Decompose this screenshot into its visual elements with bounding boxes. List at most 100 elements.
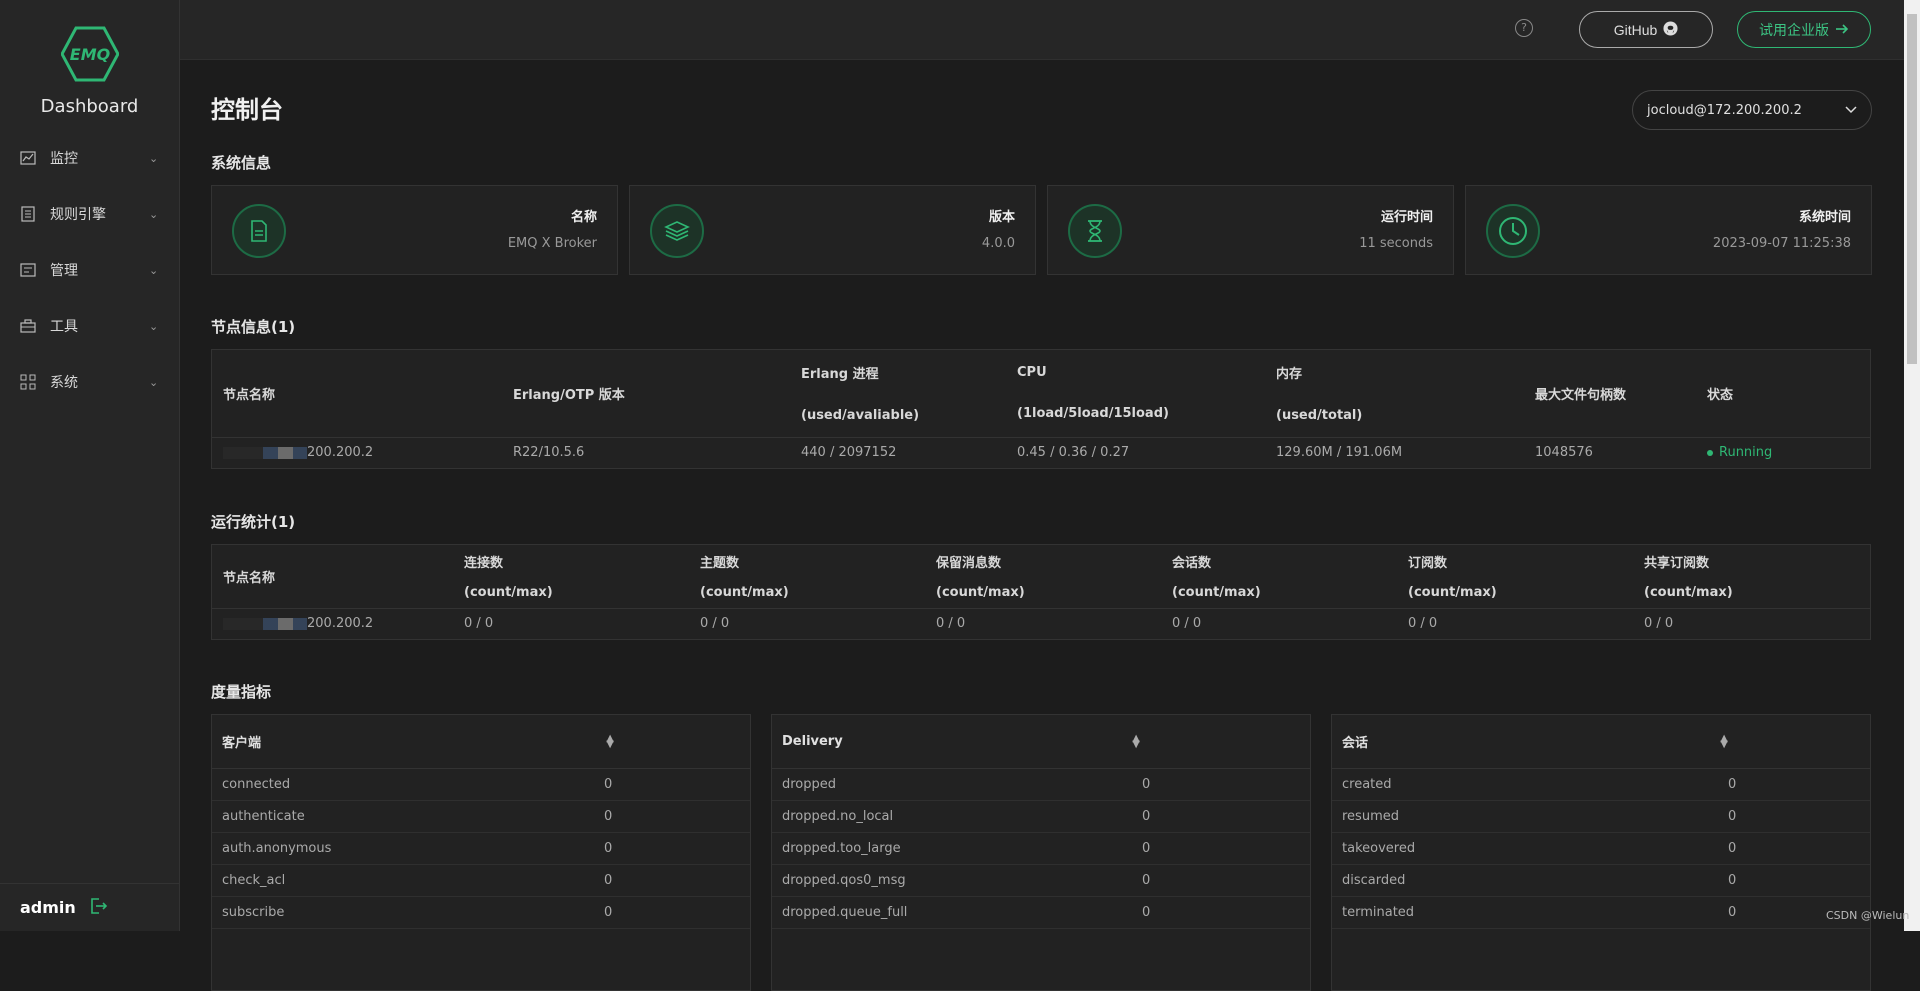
- metric-value: 0: [1728, 841, 1737, 856]
- info-card-system-time: 系统时间 2023-09-07 11:25:38: [1465, 185, 1872, 275]
- col-header-line1: 主题数: [700, 556, 740, 572]
- cell-memory: 129.60M / 191.06M: [1265, 436, 1524, 468]
- table-row: 200.200.2 R22/10.5.6 440 / 2097152 0.45 …: [212, 436, 1870, 468]
- col-header-line1: 订阅数: [1408, 556, 1448, 572]
- table-row: subscribe 0: [212, 897, 750, 929]
- chevron-down-icon: ⌄: [149, 319, 159, 333]
- col-header-line1: 会话数: [1172, 556, 1212, 572]
- sidebar-item-system[interactable]: 系统 ⌄: [0, 354, 179, 410]
- sidebar-item-label: 工具: [50, 319, 78, 335]
- node-info-table: 节点名称 Erlang/OTP 版本 Erlang 进程 (used/avali…: [211, 349, 1871, 469]
- metric-key: dropped.queue_full: [782, 905, 908, 920]
- logout-icon[interactable]: [90, 897, 108, 919]
- col-header-node-name: 节点名称: [223, 387, 276, 403]
- metrics-session-table: 会话 ▲ ▼ created 0 resumed 0 takeovered 0 disc…: [1331, 714, 1871, 991]
- table-row: resumed 0: [1332, 801, 1870, 833]
- hourglass-icon: [1068, 204, 1122, 258]
- col-header-status: 状态: [1707, 387, 1734, 403]
- cell-topics: 0 / 0: [689, 607, 925, 639]
- github-button[interactable]: GitHub: [1579, 11, 1713, 48]
- info-card-label: 版本: [988, 210, 1015, 225]
- col-header-topics: 主题数 (count/max): [689, 545, 925, 608]
- status-dot-icon: [1707, 449, 1713, 456]
- table-row: dropped.queue_full 0: [772, 897, 1310, 929]
- sort-icon[interactable]: ▲ ▼: [1720, 733, 1728, 749]
- top-bar: ? GitHub 试用企业版: [180, 0, 1904, 60]
- enterprise-label: 试用企业版: [1759, 21, 1829, 38]
- metric-key: discarded: [1342, 873, 1406, 888]
- table-row: auth.anonymous 0: [212, 833, 750, 865]
- cell-sessions: 0 / 0: [1161, 607, 1397, 639]
- metric-key: created: [1342, 777, 1392, 792]
- metric-value: 0: [1142, 841, 1151, 856]
- cell-proc: 440 / 2097152: [790, 436, 1006, 468]
- col-header-connections: 连接数 (count/max): [453, 545, 689, 608]
- table-row: dropped.too_large 0: [772, 833, 1310, 865]
- col-header-subscriptions: 订阅数 (count/max): [1397, 545, 1633, 608]
- cell-status: Running: [1696, 436, 1870, 468]
- metric-value: 0: [1728, 777, 1737, 792]
- metric-key: dropped.qos0_msg: [782, 873, 906, 888]
- page-scrollbar[interactable]: [1904, 0, 1920, 931]
- sidebar-item-tools[interactable]: 工具 ⌄: [0, 298, 179, 354]
- github-icon: [1663, 20, 1678, 39]
- cell-retained: 0 / 0: [925, 607, 1161, 639]
- table-row: check_acl 0: [212, 865, 750, 897]
- metric-value: 0: [1728, 873, 1737, 888]
- info-card-name: 名称 EMQ X Broker: [211, 185, 618, 275]
- col-header-line2: (count/max): [1408, 585, 1497, 601]
- help-icon[interactable]: ?: [1515, 19, 1533, 37]
- cell-max-fd: 1048576: [1524, 436, 1696, 468]
- sidebar-item-monitor[interactable]: 监控 ⌄: [0, 130, 179, 186]
- cell-subscriptions: 0 / 0: [1397, 607, 1633, 639]
- metric-key: authenticate: [222, 809, 305, 824]
- metrics-client-header: 客户端 ▲ ▼: [212, 715, 750, 769]
- status-text: Running: [1719, 445, 1773, 461]
- col-header-memory: 内存 (used/total): [1265, 350, 1524, 437]
- sort-icon[interactable]: ▲ ▼: [606, 733, 614, 749]
- scrollbar-thumb[interactable]: [1907, 14, 1917, 364]
- table-row: connected 0: [212, 769, 750, 801]
- info-card-value: EMQ X Broker: [507, 236, 597, 251]
- layers-icon: [650, 204, 704, 258]
- system-grid-icon: [20, 374, 36, 390]
- sidebar-item-label: 系统: [50, 375, 78, 391]
- sidebar-item-manage[interactable]: 管理 ⌄: [0, 242, 179, 298]
- node-select[interactable]: jocloud@172.200.200.2: [1632, 90, 1872, 130]
- sort-icon[interactable]: ▲ ▼: [1132, 733, 1140, 749]
- metrics-client-title: 客户端: [222, 736, 262, 751]
- metric-key: subscribe: [222, 905, 285, 920]
- table-row: dropped.no_local 0: [772, 801, 1310, 833]
- github-label: GitHub: [1613, 21, 1658, 38]
- sidebar: EMQ Dashboard 监控 ⌄ 规则引擎 ⌄ 管理 ⌄ 工具 ⌄ 系统 ⌄…: [0, 0, 180, 931]
- metrics-client-table: 客户端 ▲ ▼ connected 0 authenticate 0 auth.ano…: [211, 714, 751, 991]
- col-header-line1: 连接数: [464, 556, 504, 572]
- table-row: 200.200.2 0 / 0 0 / 0 0 / 0 0 / 0 0 / 0 …: [212, 607, 1870, 639]
- sidebar-footer: admin: [0, 883, 180, 931]
- try-enterprise-button[interactable]: 试用企业版: [1737, 11, 1871, 48]
- metrics-session-header: 会话 ▲ ▼: [1332, 715, 1870, 769]
- system-info-title: 系统信息: [211, 154, 272, 172]
- col-header-sessions: 会话数 (count/max): [1161, 545, 1397, 608]
- metric-value: 0: [604, 905, 613, 920]
- info-card-label: 运行时间: [1380, 210, 1433, 225]
- col-header-retained: 保留消息数 (count/max): [925, 545, 1161, 608]
- col-header-erlang-proc: Erlang 进程 (used/avaliable): [790, 350, 1006, 437]
- sidebar-item-rules[interactable]: 规则引擎 ⌄: [0, 186, 179, 242]
- metric-value: 0: [1728, 905, 1737, 920]
- manage-list-icon: [20, 262, 36, 278]
- chevron-down-icon: ⌄: [149, 207, 159, 221]
- stats-title: 运行统计(1): [211, 513, 296, 531]
- username: admin: [20, 898, 76, 917]
- col-header-line2: (count/max): [1172, 585, 1261, 601]
- metric-key: dropped.no_local: [782, 809, 894, 824]
- chevron-down-icon: ⌄: [149, 151, 159, 165]
- redacted-block: [223, 617, 307, 630]
- metric-value: 0: [1142, 777, 1151, 792]
- cell-node-name: 200.200.2: [212, 607, 453, 639]
- logo-area[interactable]: EMQ Dashboard: [0, 0, 179, 130]
- emq-logo-icon: EMQ: [60, 26, 119, 82]
- rules-document-icon: [20, 206, 36, 222]
- col-header-line2: (used/avaliable): [801, 408, 920, 424]
- metric-value: 0: [604, 777, 613, 792]
